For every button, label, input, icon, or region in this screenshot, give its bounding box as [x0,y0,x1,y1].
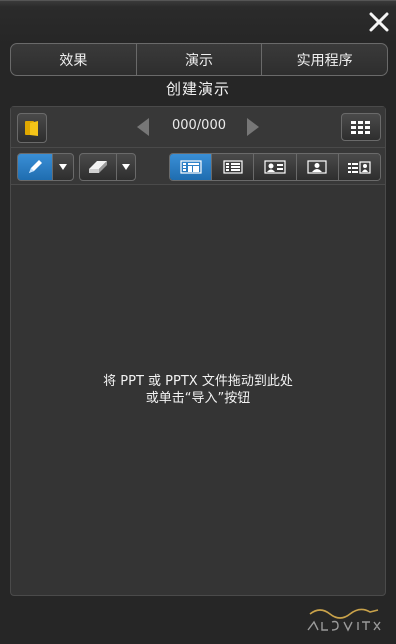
view-mode-group [169,153,381,181]
drop-hint-line2: 或单击“导入”按钮 [145,391,251,406]
person-view-icon [307,160,327,174]
list-view-icon [223,160,243,174]
title-bar [0,0,396,45]
next-arrow-icon [247,118,259,136]
close-button[interactable] [367,10,391,34]
drop-hint-line1: 将 PPT 或 PPTX 文件拖动到此处 [103,374,293,389]
pen-dropdown-button[interactable] [52,153,74,181]
tab-utilities[interactable]: 实用程序 [261,44,387,75]
drop-zone-hint: 将 PPT 或 PPTX 文件拖动到此处 或单击“导入”按钮 [11,373,385,407]
card-view-icon [264,160,286,174]
main-tabs: 效果 演示 实用程序 [10,43,388,76]
grid-view-button[interactable] [341,113,381,141]
watermark-icon [307,608,381,632]
presentation-panel: 000/000 将 PPT 或 PPTX 文件拖动到此处 或单击“导入”按钮 [10,106,386,596]
list-person-view-button[interactable] [337,154,380,180]
person-view-button[interactable] [295,154,338,180]
slide-counter: 000/000 [171,118,226,133]
prev-arrow-icon [137,118,149,136]
eraser-dropdown-button[interactable] [116,153,136,181]
grid-view-icon [351,121,370,134]
chevron-down-icon [59,164,67,170]
tab-presentation[interactable]: 演示 [135,44,262,75]
next-slide-button[interactable] [245,117,261,137]
close-icon [369,12,389,32]
list-view-button[interactable] [211,154,254,180]
list-person-view-icon [348,161,372,174]
section-title: 创建演示 [165,80,230,98]
eraser-tool-button[interactable] [79,153,117,181]
tool-row [11,148,385,185]
eraser-icon [89,161,107,173]
pen-tool-button[interactable] [17,153,53,181]
card-view-button[interactable] [253,154,296,180]
slide-list-view-button[interactable] [170,154,212,180]
folder-open-icon [25,121,38,136]
watermark-logo [300,600,390,640]
tab-effects[interactable]: 效果 [11,44,136,75]
slide-list-view-icon [179,160,202,174]
pen-icon [29,160,42,173]
chevron-down-icon [122,164,130,170]
navigation-bar: 000/000 [11,107,385,148]
import-button[interactable] [17,113,47,143]
prev-slide-button[interactable] [135,117,151,137]
